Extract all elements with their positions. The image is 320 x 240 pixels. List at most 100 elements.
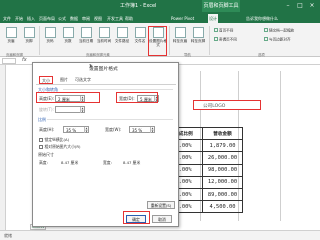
current-time-button[interactable]: 当前时间 — [95, 25, 113, 51]
tab-insert[interactable]: 插入 — [26, 14, 36, 23]
tab-data[interactable]: 数据 — [69, 14, 79, 23]
header-label: 页眉 — [7, 39, 15, 43]
table-cell[interactable]: 1,879.00 — [202, 139, 243, 153]
table-cell[interactable]: 98,000.00 — [202, 163, 243, 177]
checkbox-icon — [264, 37, 268, 41]
tab-file[interactable]: 文件 — [2, 14, 12, 23]
rotation-input[interactable]: ▲ ▼ — [55, 106, 85, 113]
lock-aspect-label: 锁定纵横比(A) — [44, 137, 70, 142]
format-picture-highlight — [148, 26, 167, 56]
status-text: 就绪 — [4, 233, 12, 238]
page-number-icon — [44, 27, 56, 38]
ok-button-highlight — [123, 211, 150, 224]
tell-me-box[interactable]: 告诉我你想做什么 — [246, 14, 278, 23]
footer-icon — [23, 27, 35, 38]
lock-aspect-checkbox[interactable]: 锁定纵横比(A) — [39, 137, 69, 143]
header-section-box[interactable]: 公司LOGO — [193, 100, 261, 110]
checkbox-icon — [214, 28, 218, 32]
align-margins-checkbox[interactable]: 与页边距对齐 — [264, 37, 291, 42]
go-to-footer-icon — [192, 27, 204, 38]
scale-width-label: 宽度(W): — [105, 127, 122, 132]
spinner-arrows-icon[interactable]: ▲ ▼ — [150, 127, 154, 133]
reset-button[interactable]: 重新设置(S) — [147, 201, 175, 209]
different-first-page-checkbox[interactable]: 首页不同 — [214, 28, 233, 33]
go-to-footer-label: 转至页脚 — [190, 39, 206, 43]
tab-page-layout[interactable]: 页面布局 — [38, 14, 56, 23]
fx-icon[interactable]: fx — [22, 57, 27, 63]
relative-original-checkbox[interactable]: 相对原始图片大小(R) — [39, 144, 80, 150]
maximize-icon[interactable]: □ — [296, 2, 304, 10]
page-number-button[interactable]: 页码 — [41, 25, 59, 51]
footer-button[interactable]: 页脚 — [20, 25, 38, 51]
close-window-icon[interactable]: × — [308, 2, 316, 10]
different-first-page-label: 首页不同 — [219, 28, 234, 33]
original-width-label: 宽度: — [103, 160, 112, 165]
tab-home[interactable]: 开始 — [14, 14, 24, 23]
minimize-icon[interactable]: – — [284, 2, 292, 10]
original-height-value: 8.47 厘米 — [61, 160, 79, 165]
go-to-footer-button[interactable]: 转至页脚 — [189, 25, 207, 51]
different-odd-even-checkbox[interactable]: 奇偶页不同 — [214, 37, 237, 42]
go-to-header-button[interactable]: 转至页眉 — [171, 25, 189, 51]
header-button[interactable]: 页眉 — [2, 25, 20, 51]
align-margins-label: 与页边距对齐 — [269, 37, 291, 42]
tab-help[interactable]: 帮助 — [124, 14, 134, 23]
logo-placeholder-text: 公司LOGO — [203, 104, 226, 109]
table-cell[interactable]: 4,500.00 — [202, 200, 243, 214]
checkbox-icon — [214, 37, 218, 41]
original-width-value: 8.47 厘米 — [123, 160, 141, 165]
tab-power-pivot[interactable]: Power Pivot — [170, 14, 195, 23]
table-cell[interactable]: 89,000.00 — [202, 187, 243, 202]
dialog-title-bar: 设置图片格式 ? × — [33, 63, 178, 73]
footer-label: 页脚 — [25, 39, 33, 43]
divider — [47, 119, 173, 120]
scale-section-title: 比例 — [38, 117, 46, 122]
table-cell[interactable]: 26,000.00 — [202, 151, 243, 165]
relative-original-label: 相对原始图片大小(R) — [44, 144, 81, 149]
file-name-label: 文件名 — [134, 39, 146, 43]
tab-formulas[interactable]: 公式 — [57, 14, 67, 23]
scale-with-document-label: 随文档一起缩放 — [269, 28, 295, 33]
page-count-button[interactable]: 页数 — [59, 25, 77, 51]
scale-width-input[interactable]: 35 % ▲ ▼ — [129, 126, 155, 133]
name-box[interactable] — [2, 58, 16, 64]
current-date-label: 当前日期 — [78, 39, 94, 43]
rotation-label: 旋转(T): — [39, 107, 54, 112]
header-cell[interactable]: 营收金额 — [202, 126, 243, 141]
checkbox-icon — [264, 28, 268, 32]
spinner-arrows-icon[interactable]: ▲ ▼ — [84, 127, 88, 133]
row-header — [0, 65, 6, 230]
spinner-arrows-icon[interactable]: ▲ ▼ — [80, 107, 84, 113]
folder-icon — [116, 27, 128, 38]
current-time-label: 当前时间 — [96, 39, 112, 43]
go-to-header-icon — [174, 27, 186, 38]
tab-review[interactable]: 审阅 — [81, 14, 91, 23]
file-path-label: 文件路径 — [114, 39, 130, 43]
close-icon[interactable]: × — [89, 65, 93, 70]
scale-with-document-checkbox[interactable]: 随文档一起缩放 — [264, 28, 294, 33]
tab-design[interactable]: 设计 — [208, 14, 218, 23]
tab-developer[interactable]: 开发工具 — [106, 14, 124, 23]
group-divider — [169, 26, 170, 55]
original-height-label: 高度: — [39, 160, 48, 165]
go-to-header-label: 转至页眉 — [172, 39, 188, 43]
tab-view[interactable]: 视图 — [93, 14, 103, 23]
tab-alt-text[interactable]: 可选文字 — [73, 76, 93, 84]
table-cell[interactable]: 12,000.00 — [202, 175, 243, 189]
checkbox-icon — [39, 137, 43, 142]
current-date-button[interactable]: 当前日期 — [77, 25, 95, 51]
title-bar: 工作簿1 - Excel 页眉和页脚工具 – □ × — [0, 0, 320, 12]
tab-size[interactable]: 大小 — [39, 76, 53, 84]
header-icon — [5, 27, 17, 38]
file-name-button[interactable]: 文件名 — [131, 25, 149, 51]
cancel-button[interactable]: 取消 — [152, 215, 172, 223]
checkbox-icon — [39, 144, 43, 149]
tab-picture[interactable]: 图片 — [58, 76, 70, 84]
calendar-icon — [80, 27, 92, 38]
scale-height-input[interactable]: 35 % ▲ ▼ — [63, 126, 89, 133]
scale-width-value: 35 % — [132, 127, 143, 133]
file-path-button[interactable]: 文件路径 — [113, 25, 131, 51]
window-title: 工作簿1 - Excel — [120, 3, 157, 9]
group-divider — [39, 26, 40, 55]
clock-icon — [98, 27, 110, 38]
